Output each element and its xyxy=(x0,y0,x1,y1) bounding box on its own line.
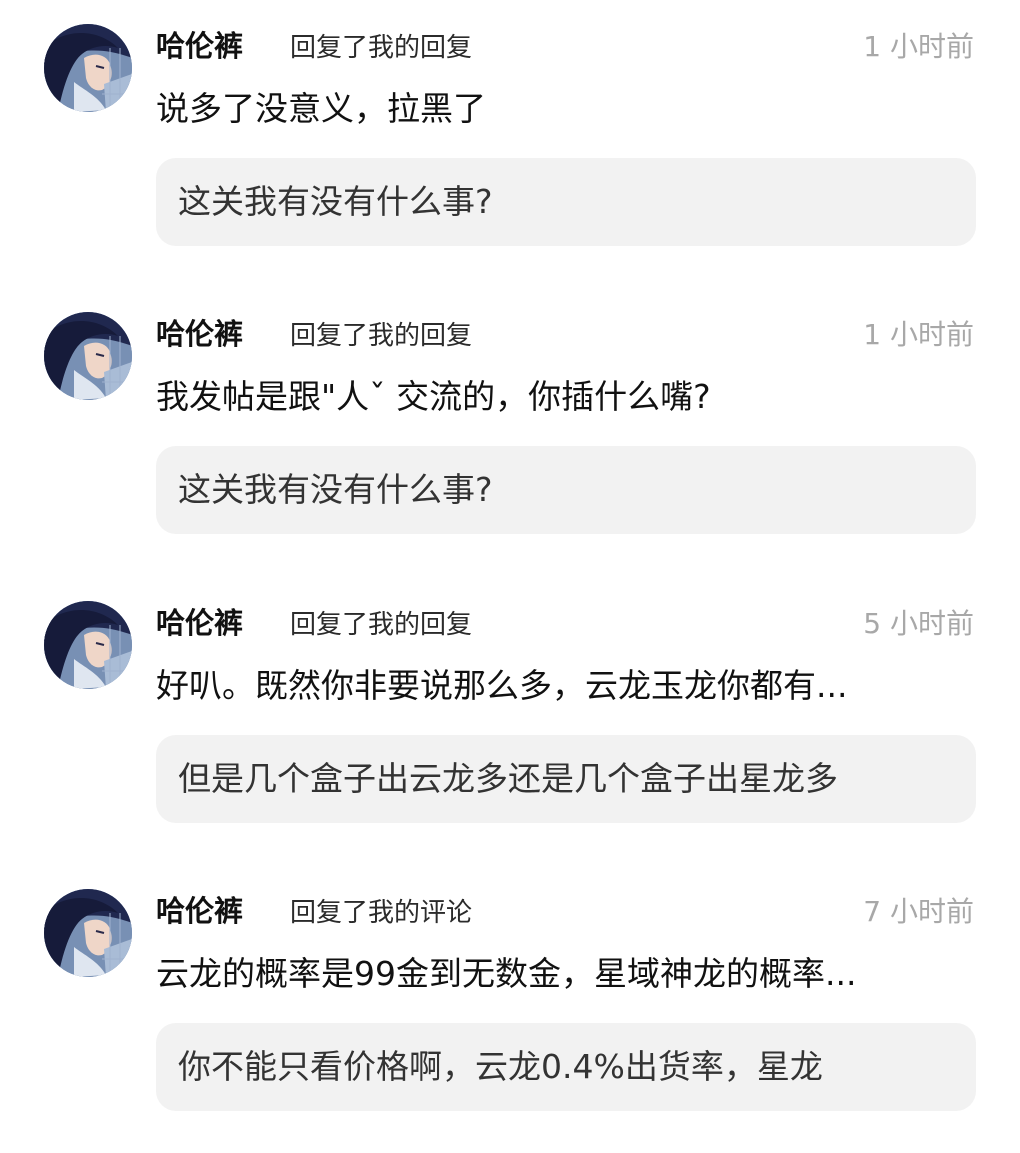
quoted-comment[interactable]: 这关我有没有什么事? xyxy=(156,158,976,246)
reply-message[interactable]: 我发帖是跟"人ˇ 交流的，你插什么嘴? xyxy=(156,374,971,420)
notification-item[interactable]: 哈伦裤 回复了我的回复 1 小时前 我发帖是跟"人ˇ 交流的，你插什么嘴? 这关… xyxy=(0,288,1020,576)
quoted-comment-text: 这关我有没有什么事? xyxy=(178,470,493,509)
timestamp: 5 小时前 xyxy=(863,607,974,640)
username[interactable]: 哈伦裤 xyxy=(156,26,243,66)
anime-girl-avatar-icon xyxy=(44,601,132,689)
username[interactable]: 哈伦裤 xyxy=(156,891,243,931)
timestamp: 1 小时前 xyxy=(863,30,974,63)
anime-girl-avatar-icon xyxy=(44,24,132,112)
notification-item[interactable]: 哈伦裤 回复了我的回复 1 小时前 说多了没意义，拉黑了 这关我有没有什么事? xyxy=(0,0,1020,288)
reply-message[interactable]: 说多了没意义，拉黑了 xyxy=(156,86,971,132)
quoted-comment-text: 这关我有没有什么事? xyxy=(178,182,493,221)
quoted-comment[interactable]: 但是几个盒子出云龙多还是几个盒子出星龙多 xyxy=(156,735,976,823)
action-text: 回复了我的回复 xyxy=(290,610,473,640)
notification-item[interactable]: 哈伦裤 回复了我的评论 7 小时前 云龙的概率是99金到无数金，星域神龙的概率.… xyxy=(0,865,1020,1153)
quoted-comment[interactable]: 你不能只看价格啊，云龙0.4%出货率，星龙 xyxy=(156,1023,976,1111)
notification-item[interactable]: 哈伦裤 回复了我的回复 5 小时前 好叭。既然你非要说那么多，云龙玉龙你都有..… xyxy=(0,577,1020,865)
timestamp: 7 小时前 xyxy=(863,895,974,928)
anime-girl-avatar-icon xyxy=(44,312,132,400)
reply-message[interactable]: 好叭。既然你非要说那么多，云龙玉龙你都有... xyxy=(156,663,971,709)
anime-girl-avatar-icon xyxy=(44,889,132,977)
action-text: 回复了我的回复 xyxy=(290,33,473,63)
timestamp: 1 小时前 xyxy=(863,318,974,351)
username[interactable]: 哈伦裤 xyxy=(156,603,243,643)
user-avatar[interactable] xyxy=(44,889,132,977)
user-avatar[interactable] xyxy=(44,601,132,689)
reply-message[interactable]: 云龙的概率是99金到无数金，星域神龙的概率... xyxy=(156,951,971,997)
quoted-comment-text: 你不能只看价格啊，云龙0.4%出货率，星龙 xyxy=(178,1047,823,1086)
quoted-comment-text: 但是几个盒子出云龙多还是几个盒子出星龙多 xyxy=(178,759,838,798)
user-avatar[interactable] xyxy=(44,24,132,112)
action-text: 回复了我的回复 xyxy=(290,321,473,351)
quoted-comment[interactable]: 这关我有没有什么事? xyxy=(156,446,976,534)
username[interactable]: 哈伦裤 xyxy=(156,314,243,354)
action-text: 回复了我的评论 xyxy=(290,898,473,928)
user-avatar[interactable] xyxy=(44,312,132,400)
